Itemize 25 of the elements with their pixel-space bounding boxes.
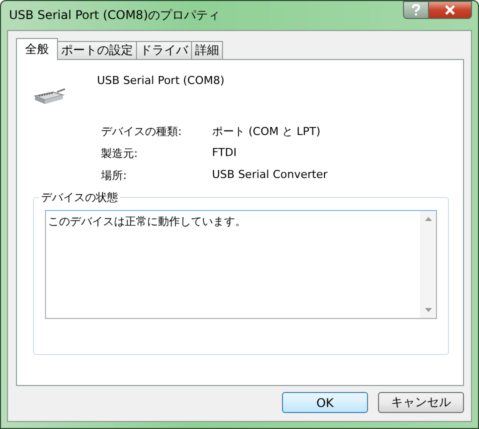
serial-connector-icon xyxy=(33,86,67,106)
scroll-up-icon[interactable] xyxy=(424,217,432,221)
help-button[interactable] xyxy=(403,1,429,19)
tab[interactable]: 詳細 xyxy=(191,41,223,59)
dialog-button[interactable]: OK xyxy=(282,392,368,413)
group-title: デバイスの状態 xyxy=(39,190,120,205)
window-title: USB Serial Port (COM8)のプロパティ xyxy=(8,7,220,24)
scroll-down-icon[interactable] xyxy=(424,308,432,312)
close-button[interactable] xyxy=(429,1,472,19)
close-icon xyxy=(444,5,456,15)
status-text: このデバイスは正常に動作しています。 xyxy=(47,214,247,230)
status-text-box[interactable]: このデバイスは正常に動作しています。 xyxy=(45,210,437,319)
help-icon xyxy=(411,4,421,16)
tab[interactable]: 全般 xyxy=(16,38,58,60)
property-value: ポート (COM と LPT) xyxy=(212,124,322,139)
property-value: FTDI xyxy=(212,146,238,161)
property-label: 場所: xyxy=(101,168,128,183)
tab[interactable]: ドライバ xyxy=(136,41,192,59)
device-name: USB Serial Port (COM8) xyxy=(97,74,224,87)
tab[interactable]: ポートの設定 xyxy=(57,41,137,59)
scrollbar[interactable] xyxy=(420,211,436,318)
property-value: USB Serial Converter xyxy=(212,168,328,183)
dialog-button[interactable]: キャンセル xyxy=(378,392,464,413)
property-label: デバイスの種類: xyxy=(101,124,183,139)
property-label: 製造元: xyxy=(101,146,139,161)
